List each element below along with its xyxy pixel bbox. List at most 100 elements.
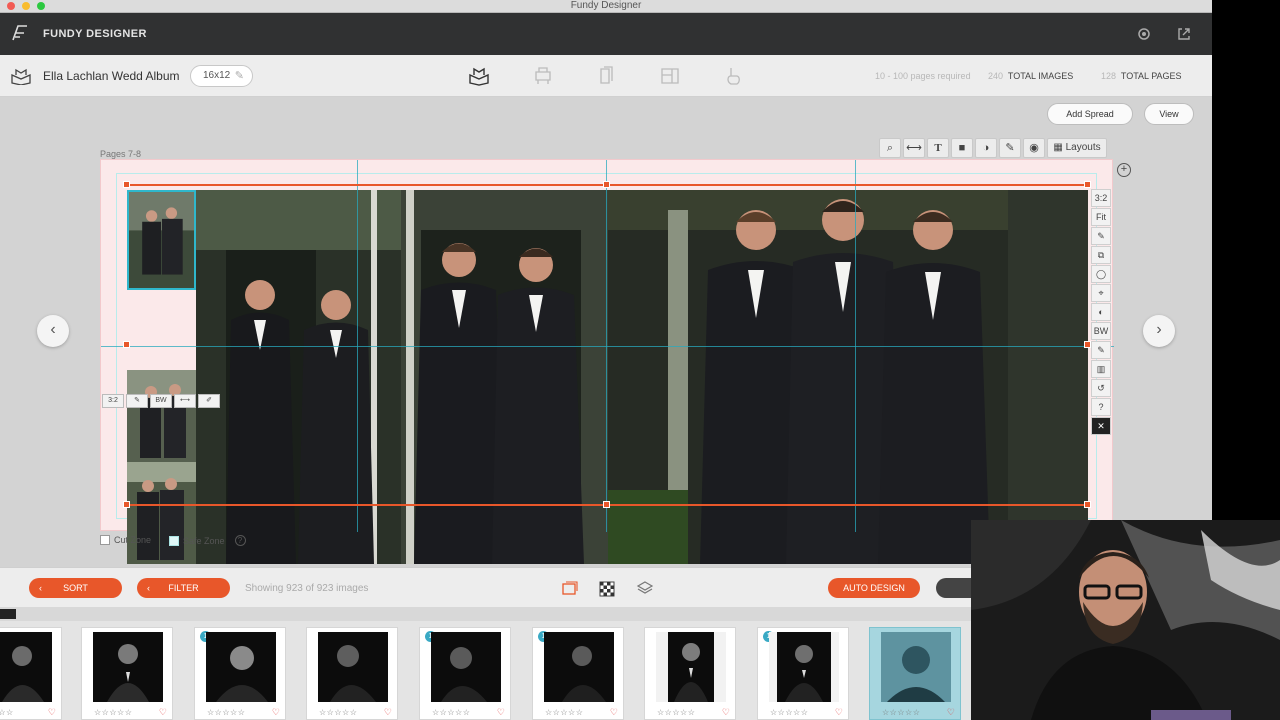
layers-icon[interactable] [636,579,654,597]
crop-ratio-button[interactable]: 3:2 [1091,189,1111,207]
zoom-icon[interactable]: ⌕ [879,138,901,158]
star-rating[interactable]: ☆☆☆☆ [0,708,14,717]
resize-handle[interactable] [1084,501,1091,508]
star-rating[interactable]: ☆☆☆☆☆ [207,708,245,717]
album-spread[interactable]: 3:2 ✎ BW ⟷ ✐ 3:2 Fit ✎ ⧉ ◯ ⌖ ◐ BW ✎ ▥ ↺ … [100,159,1114,564]
spread-photo-small-1[interactable] [127,190,196,290]
cards-icon[interactable] [596,66,616,86]
color-adjust-icon[interactable]: ◐ [1091,303,1111,321]
filmstrip-thumbnail[interactable]: 1 ☆☆☆☆☆ ♡ [194,627,286,720]
favorite-heart-icon[interactable]: ♡ [272,707,280,718]
filmstrip-scroll-thumb[interactable] [0,609,16,619]
star-rating[interactable]: ☆☆☆☆☆ [94,708,132,717]
resize-handle[interactable] [603,501,610,508]
remove-image-button[interactable]: ✕ [1091,417,1111,435]
star-rating[interactable]: ☆☆☆☆☆ [545,708,583,717]
auto-design-button[interactable]: AUTO DESIGN [828,578,920,598]
resize-handle[interactable] [1084,341,1091,348]
filmstrip-thumbnail[interactable]: 1 ☆☆☆☆☆ ♡ [757,627,849,720]
settings-gear-icon[interactable] [1136,26,1152,42]
safe-zone-label: Safe Zone [183,535,225,546]
thumbnail-image [206,632,276,702]
fit-button[interactable]: Fit [1091,208,1111,226]
safe-zone-toggle[interactable]: Safe Zone ? [169,535,246,546]
showing-count: Showing 923 of 923 images [245,583,369,594]
favorite-heart-icon[interactable]: ♡ [947,707,955,718]
star-rating[interactable]: ☆☆☆☆☆ [319,708,357,717]
resize-handle[interactable] [603,181,610,188]
layouts-button[interactable]: ▦ Layouts [1047,138,1107,158]
filmstrip-thumbnail-selected[interactable]: ☆☆☆☆☆ ♡ [869,627,961,720]
filmstrip-thumbnail[interactable]: ☆☆☆☆☆ ♡ [306,627,398,720]
eyedropper-icon[interactable]: ✎ [999,138,1021,158]
pencil-icon[interactable]: ✎ [1091,227,1111,245]
star-rating[interactable]: ☆☆☆☆☆ [882,708,920,717]
spread-photo-left[interactable] [196,190,608,564]
total-pages-count: 128 [1101,71,1117,81]
spread-photo-right[interactable] [608,190,1088,564]
album-size-selector[interactable]: 16x12 ✎ [190,65,253,87]
add-plus-icon[interactable]: + [1117,163,1131,177]
resize-handle[interactable] [123,181,130,188]
cut-zone-checkbox[interactable] [100,535,110,545]
wall-art-icon[interactable] [533,66,553,86]
thumbnail-image [769,632,839,702]
circle-mask-icon[interactable]: ◯ [1091,265,1111,283]
checkerboard-icon[interactable] [598,579,616,597]
resize-handle[interactable] [1084,181,1091,188]
external-link-icon[interactable] [1176,26,1192,42]
filmstrip-thumbnail[interactable]: ☆☆☆☆☆ ♡ [644,627,736,720]
sort-button[interactable]: ‹ SORT [29,578,122,598]
aspect-ratio-label[interactable]: 3:2 [102,394,124,408]
cut-zone-toggle[interactable]: Cut Zone [100,535,151,545]
favorite-heart-icon[interactable]: ♡ [722,707,730,718]
eye-icon[interactable]: ◉ [1023,138,1045,158]
color-icon[interactable]: ◑ [975,138,997,158]
favorite-heart-icon[interactable]: ♡ [384,707,392,718]
album-mode-icon[interactable] [469,66,489,86]
spread-photo-small-3[interactable] [127,462,196,564]
filter-button[interactable]: ‹ FILTER [137,578,230,598]
text-icon[interactable]: T [927,138,949,158]
shape-icon[interactable]: ■ [951,138,973,158]
line-icon[interactable]: ⟷ [903,138,925,158]
star-rating[interactable]: ☆☆☆☆☆ [657,708,695,717]
filmstrip-thumbnail[interactable]: ☆☆☆☆☆ ♡ [81,627,173,720]
thumbnail-image [544,632,614,702]
help-icon[interactable]: ? [1091,398,1111,416]
swap-icon[interactable]: ⟷ [174,394,196,408]
add-spread-button[interactable]: Add Spread [1047,103,1133,125]
black-white-button[interactable]: BW [150,394,172,408]
favorite-heart-icon[interactable]: ♡ [48,707,56,718]
spread-photo-small-2[interactable] [127,370,196,462]
image-stack-icon[interactable] [560,579,578,597]
blog-collage-icon[interactable] [660,66,680,86]
resize-handle[interactable] [123,501,130,508]
star-rating[interactable]: ☆☆☆☆☆ [432,708,470,717]
adjust-sliders-icon[interactable]: ▥ [1091,360,1111,378]
favorite-heart-icon[interactable]: ♡ [610,707,618,718]
filmstrip-thumbnail[interactable]: ☆☆☆☆ ♡ [0,627,62,720]
total-images-stat: 240 TOTAL IMAGES [988,71,1073,81]
previous-spread-arrow-icon[interactable]: ‹ [37,315,69,347]
duplicate-icon[interactable]: ⧉ [1091,246,1111,264]
brush-icon[interactable]: ✐ [198,394,220,408]
favorite-heart-icon[interactable]: ♡ [159,707,167,718]
safe-zone-checkbox[interactable] [169,535,179,546]
resize-handle[interactable] [123,341,130,348]
edit-pencil-icon[interactable]: ✎ [126,394,148,408]
retouch-icon[interactable]: ✎ [1091,341,1111,359]
filmstrip-thumbnail[interactable]: 1 ☆☆☆☆☆ ♡ [532,627,624,720]
next-spread-arrow-icon[interactable]: › [1143,315,1175,347]
filmstrip-thumbnail[interactable]: 1 ☆☆☆☆☆ ♡ [419,627,511,720]
center-icon[interactable]: ⌖ [1091,284,1111,302]
help-icon[interactable]: ? [234,535,246,546]
star-rating[interactable]: ☆☆☆☆☆ [770,708,808,717]
favorite-heart-icon[interactable]: ♡ [497,707,505,718]
undo-icon[interactable]: ↺ [1091,379,1111,397]
view-button[interactable]: View [1144,103,1194,125]
black-white-button[interactable]: BW [1091,322,1111,340]
favorite-heart-icon[interactable]: ♡ [835,707,843,718]
proofing-icon[interactable] [723,66,743,86]
edit-pencil-icon: ✎ [234,70,244,82]
